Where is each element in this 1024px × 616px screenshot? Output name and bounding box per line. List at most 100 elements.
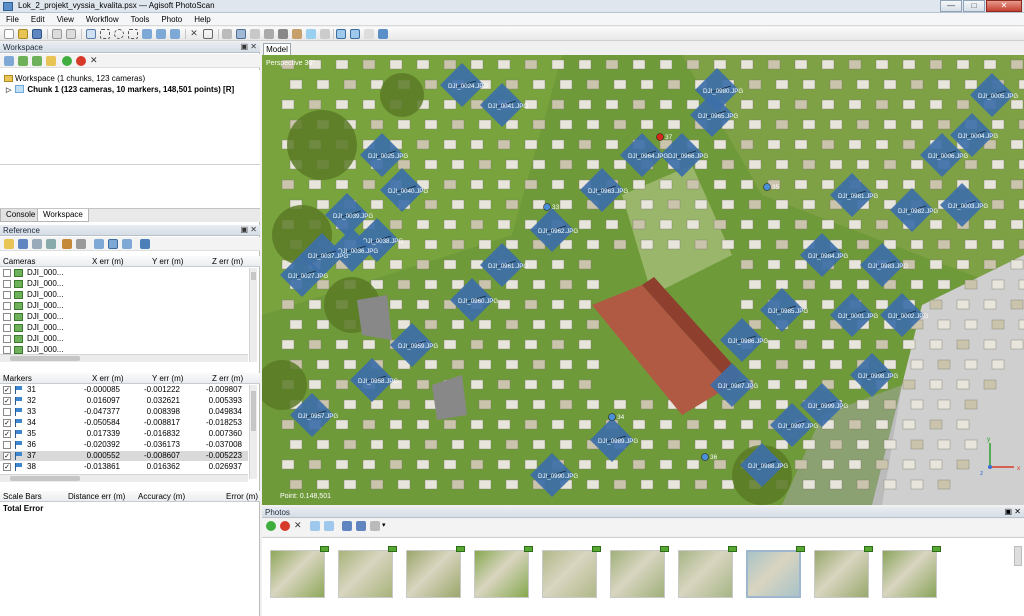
cameras-hscroll-thumb[interactable]: [10, 356, 80, 361]
marker-row[interactable]: ✓ 37 0.000552 -0.008607 -0.005223: [0, 451, 248, 461]
redo-icon[interactable]: [66, 29, 76, 39]
marker-row[interactable]: ✓ 32 0.016097 0.032621 0.005393: [0, 396, 248, 406]
rotate-object-icon[interactable]: [156, 29, 166, 39]
marker-checkbox[interactable]: [3, 408, 11, 416]
cameras-x-err-col[interactable]: X err (m): [92, 257, 124, 266]
add-photos-icon[interactable]: [18, 56, 28, 66]
disable-icon[interactable]: [76, 56, 86, 66]
tiled-model-icon[interactable]: [306, 29, 316, 39]
marker-checkbox[interactable]: ✓: [3, 452, 11, 460]
close-button[interactable]: ✕: [986, 0, 1022, 12]
photo-thumbnail[interactable]: [406, 550, 461, 598]
maximize-button[interactable]: □: [963, 0, 985, 12]
menu-tools[interactable]: Tools: [125, 13, 156, 25]
convert-icon[interactable]: [46, 239, 56, 249]
rectangle-select-icon[interactable]: [100, 29, 110, 39]
camera-checkbox[interactable]: [3, 302, 11, 310]
photo-thumbnail[interactable]: [814, 550, 869, 598]
add-marker-icon[interactable]: [46, 56, 56, 66]
workspace-root[interactable]: Workspace (1 chunks, 123 cameras): [4, 74, 145, 83]
camera-row[interactable]: DJI_000...: [0, 323, 248, 333]
photos-header-buttons[interactable]: ▣ ✕: [1005, 507, 1021, 516]
marker-checkbox[interactable]: ✓: [3, 386, 11, 394]
add-folder-icon[interactable]: [32, 56, 42, 66]
photo-thumbnail[interactable]: [270, 550, 325, 598]
markers-hscroll[interactable]: [0, 474, 248, 482]
free-form-select-icon[interactable]: [128, 29, 138, 39]
marker-row[interactable]: 33 -0.047377 0.008398 0.049834: [0, 407, 248, 417]
view-estimated-icon[interactable]: [108, 239, 118, 249]
accuracy-col[interactable]: Accuracy (m): [138, 492, 185, 501]
marker-row[interactable]: ✓ 34 -0.050584 -0.008817 -0.018253: [0, 418, 248, 428]
point-cloud-icon[interactable]: [222, 29, 232, 39]
camera-checkbox[interactable]: [3, 313, 11, 321]
dem-icon[interactable]: [320, 29, 330, 39]
camera-row[interactable]: DJI_000...: [0, 268, 248, 278]
marker-row[interactable]: ✓ 38 -0.013861 0.016362 0.026937: [0, 462, 248, 472]
camera-row[interactable]: DJI_000...: [0, 301, 248, 311]
export-icon[interactable]: [18, 239, 28, 249]
expand-arrow-icon[interactable]: ▷: [6, 87, 11, 94]
view-errors-icon[interactable]: [122, 239, 132, 249]
filter-by-point-icon[interactable]: [356, 521, 366, 531]
camera-checkbox[interactable]: [3, 291, 11, 299]
markers-col[interactable]: Markers: [3, 374, 32, 383]
menu-help[interactable]: Help: [188, 13, 216, 25]
open-folder-icon[interactable]: [18, 29, 28, 39]
remove-icon[interactable]: ✕: [90, 56, 100, 66]
cameras-hscroll[interactable]: [0, 354, 248, 362]
camera-row[interactable]: DJI_000...: [0, 345, 248, 355]
marker-checkbox[interactable]: ✓: [3, 419, 11, 427]
navigation-icon[interactable]: [86, 29, 96, 39]
photo-thumbnail[interactable]: [882, 550, 937, 598]
show-cameras-icon[interactable]: [336, 29, 346, 39]
rotate-left-icon[interactable]: [310, 521, 320, 531]
chunk-item[interactable]: ▷ Chunk 1 (123 cameras, 10 markers, 148,5…: [6, 85, 234, 94]
camera-checkbox[interactable]: [3, 324, 11, 332]
camera-row[interactable]: DJI_000...: [0, 312, 248, 322]
marker-row[interactable]: ✓ 35 0.017339 -0.016832 0.007360: [0, 429, 248, 439]
menu-photo[interactable]: Photo: [155, 13, 188, 25]
markers-hscroll-thumb[interactable]: [10, 476, 80, 481]
show-markers-icon[interactable]: [350, 29, 360, 39]
menu-view[interactable]: View: [51, 13, 80, 25]
marker-checkbox[interactable]: ✓: [3, 397, 11, 405]
scalebars-col[interactable]: Scale Bars: [3, 492, 42, 501]
marker-checkbox[interactable]: [3, 441, 11, 449]
view-mode-icon[interactable]: [370, 521, 380, 531]
undo-icon[interactable]: [52, 29, 62, 39]
new-file-icon[interactable]: [4, 29, 14, 39]
import-icon[interactable]: [4, 239, 14, 249]
photo-thumbnail[interactable]: [542, 550, 597, 598]
save-icon[interactable]: [32, 29, 42, 39]
photos-scrollbar[interactable]: [1014, 546, 1022, 566]
tab-model[interactable]: Model: [263, 43, 291, 55]
markers-scrollbar[interactable]: [249, 385, 257, 479]
remove-camera-icon[interactable]: ✕: [294, 521, 304, 531]
dense-cloud-icon[interactable]: [236, 29, 246, 39]
camera-row[interactable]: DJI_000...: [0, 290, 248, 300]
shaded-icon[interactable]: [250, 29, 260, 39]
model-viewport[interactable]: DJI_0024.JPG DJI_0041.JPG DJI_0025.JPG DJI_…: [262, 55, 1024, 505]
photo-thumbnail[interactable]: [338, 550, 393, 598]
disable-camera-icon[interactable]: [280, 521, 290, 531]
cameras-z-err-col[interactable]: Z err (m): [212, 257, 243, 266]
markers-y-err-col[interactable]: Y err (m): [152, 374, 183, 383]
workspace-header-buttons[interactable]: ▣ ✕: [241, 42, 257, 51]
crop-selection-icon[interactable]: [203, 29, 213, 39]
resize-region-icon[interactable]: [170, 29, 180, 39]
tab-console[interactable]: Console: [0, 209, 42, 222]
markers-x-err-col[interactable]: X err (m): [92, 374, 124, 383]
camera-checkbox[interactable]: [3, 346, 11, 354]
clear-icon[interactable]: [32, 239, 42, 249]
solid-icon[interactable]: [264, 29, 274, 39]
marker-row[interactable]: ✓ 31 -0.000085 -0.001222 -0.009807: [0, 385, 248, 395]
tab-workspace[interactable]: Workspace: [37, 209, 89, 222]
optimize-cameras-icon[interactable]: [62, 239, 72, 249]
menu-workflow[interactable]: Workflow: [80, 13, 125, 25]
view-source-icon[interactable]: [94, 239, 104, 249]
delete-selection-icon[interactable]: ✕: [189, 29, 199, 39]
camera-checkbox[interactable]: [3, 280, 11, 288]
textured-icon[interactable]: [292, 29, 302, 39]
circle-select-icon[interactable]: [114, 29, 124, 39]
